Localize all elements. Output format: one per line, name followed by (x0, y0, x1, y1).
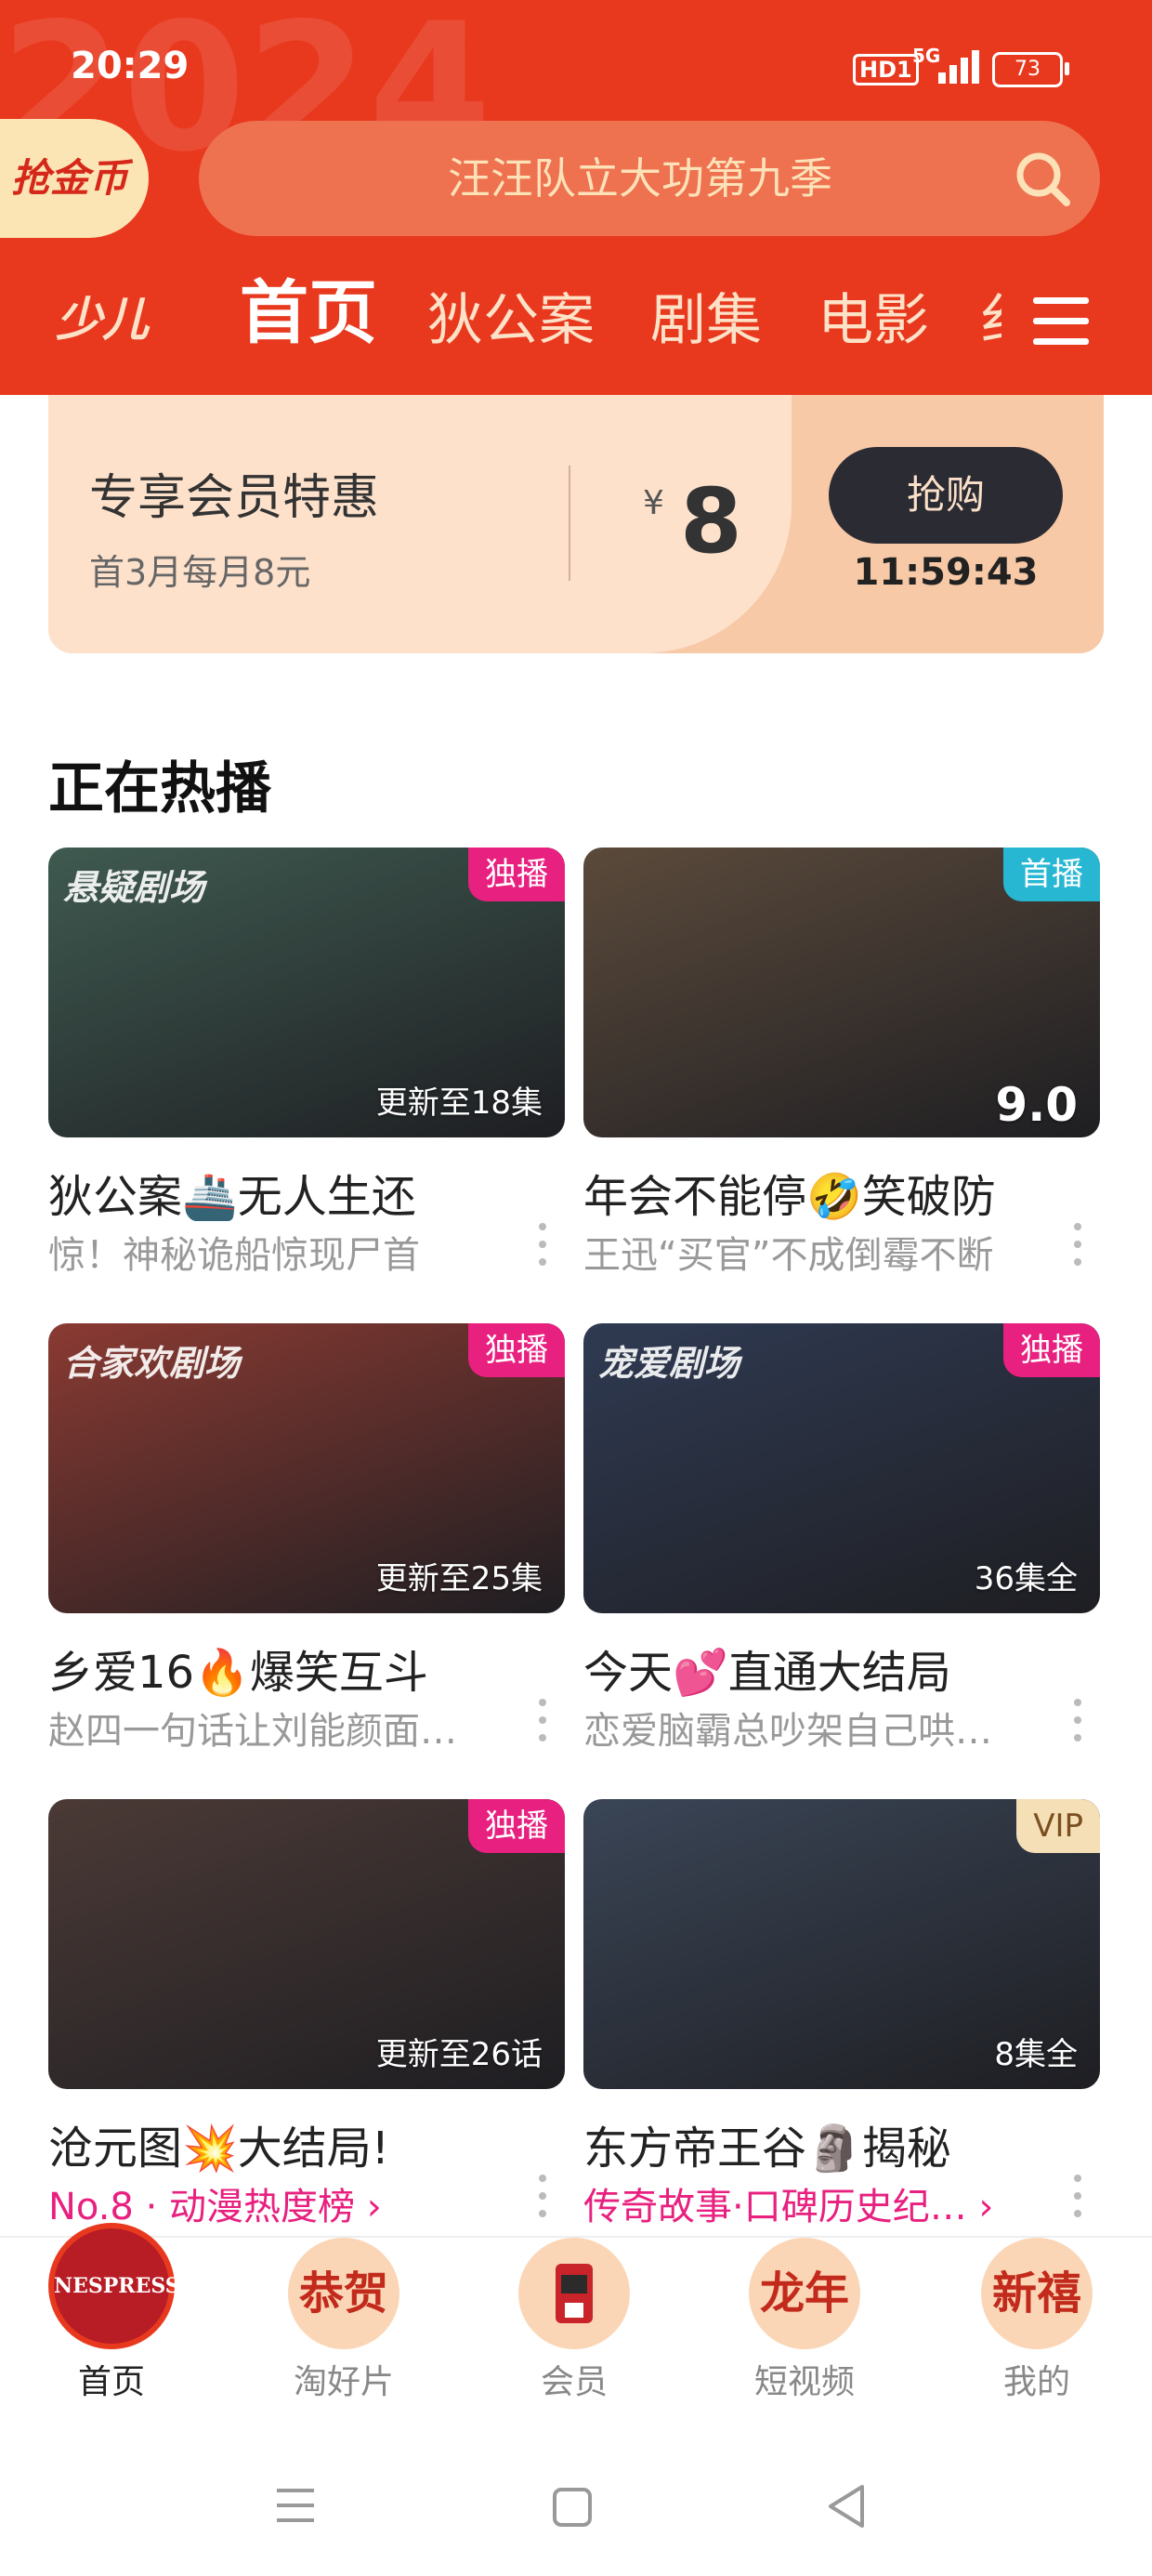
grab-coin-button[interactable]: 抢金币 (0, 119, 149, 238)
search-placeholder[interactable]: 汪汪队立大功第九季 (199, 121, 1026, 236)
channel-brand: 合家欢剧场 (63, 1343, 241, 1384)
status-badge: 首播 (1003, 848, 1100, 901)
tabbar-profile[interactable]: 新禧 我的 (944, 2238, 1130, 2424)
video-card[interactable]: 合家欢剧场 独播更新至25集乡爱16🔥爆笑互斗赵四一句话让刘能颜面… (48, 1323, 565, 1760)
episode-count: 8集全 (994, 2036, 1078, 2073)
promo-price: 8 (680, 469, 742, 573)
new-year-icon[interactable]: 新禧 (981, 2238, 1093, 2349)
tabbar-label: 淘好片 (293, 2363, 394, 2401)
video-subtitle: 王迅“买官”不成倒霉不断 (583, 1234, 994, 1277)
dragon-year-icon[interactable]: 龙年 (749, 2238, 860, 2349)
tabbar-label: 我的 (1002, 2363, 1070, 2401)
tabbar-label: 首页 (77, 2363, 145, 2401)
countdown-timer: 11:59:43 (853, 551, 1039, 594)
status-bar: 20:29 HD1 5G 73 (0, 0, 1152, 112)
video-card[interactable]: 悬疑剧场 独播更新至18集狄公案🚢无人生还惊！神秘诡船惊现尸首 (48, 848, 565, 1284)
video-card[interactable]: VIP 8集全东方帝王谷🗿揭秘 传奇故事·口碑历史纪… › (583, 1799, 1100, 2236)
bottom-tab-bar: NESPRESSO 首页 恭贺 淘好片 会员 龙年 短视频 新禧 我的 (0, 2223, 1152, 2424)
menu-icon[interactable] (1033, 297, 1089, 346)
promo-title: 专享会员特惠 (89, 470, 380, 526)
tabbar-shorts[interactable]: 龙年 短视频 (712, 2238, 897, 2424)
system-nav-bar (0, 2422, 1152, 2576)
video-thumbnail[interactable]: 合家欢剧场 独播更新至25集 (48, 1323, 565, 1613)
video-title[interactable]: 今天💕直通大结局 (583, 1636, 951, 1701)
nespresso-home-icon[interactable]: NESPRESSO (48, 2223, 198, 2349)
video-subtitle: 惊！神秘诡船惊现尸首 (48, 1234, 420, 1277)
episode-count: 更新至26话 (375, 2036, 543, 2073)
promo-subtitle: 首3月每月8元 (89, 552, 311, 593)
tab-di-gong-an[interactable]: 狄公案 (427, 279, 595, 362)
tabbar-browse[interactable]: 恭贺 淘好片 (251, 2238, 437, 2424)
status-badge: 独播 (1003, 1323, 1100, 1377)
more-options-icon[interactable] (539, 1223, 546, 1266)
status-time: 20:29 (71, 45, 190, 87)
more-options-icon[interactable] (1074, 1699, 1081, 1741)
recent-apps-icon[interactable] (275, 2487, 316, 2524)
status-badge: 独播 (468, 1799, 565, 1853)
tab-series[interactable]: 剧集 (650, 279, 762, 362)
currency-symbol: ¥ (643, 484, 664, 522)
tabbar-home[interactable]: NESPRESSO 首页 (19, 2223, 204, 2424)
video-thumbnail[interactable]: 独播更新至26话 (48, 1799, 565, 2089)
channel-brand: 宠爱剧场 (598, 1343, 740, 1384)
video-title[interactable]: 东方帝王谷🗿揭秘 (583, 2111, 951, 2176)
video-card[interactable]: 独播 更新至26话 沧元图💥大结局! No.8 · 动漫热度榜 › (48, 1799, 565, 2236)
video-subtitle: 赵四一句话让刘能颜面… (48, 1710, 457, 1753)
section-title: 正在热播 (48, 756, 271, 821)
status-badge: 独播 (468, 848, 565, 901)
tabbar-label: 会员 (540, 2363, 608, 2401)
more-options-icon[interactable] (539, 2175, 546, 2217)
battery-icon: 73 (992, 52, 1069, 87)
video-subtitle: 恋爱脑霸总吵架自己哄… (583, 1710, 992, 1753)
episode-count: 更新至18集 (375, 1084, 543, 1122)
more-options-icon[interactable] (539, 1699, 546, 1741)
tabbar-vip[interactable]: 会员 (481, 2238, 667, 2424)
signal-icon (938, 46, 985, 84)
promo-divider (569, 466, 570, 581)
episode-count: 更新至25集 (375, 1560, 543, 1597)
app-header: 2024 20:29 HD1 5G 73 抢金币 汪汪队立大功第九季 少儿 首页… (0, 0, 1152, 395)
video-thumbnail[interactable]: VIP 8集全 (583, 1799, 1100, 2089)
video-title[interactable]: 乡爱16🔥爆笑互斗 (48, 1636, 428, 1701)
more-options-icon[interactable] (1074, 2175, 1081, 2217)
search-bar[interactable]: 汪汪队立大功第九季 (199, 121, 1100, 236)
video-thumbnail[interactable]: 悬疑剧场 独播更新至18集 (48, 848, 565, 1137)
video-thumbnail[interactable]: 首播 9.0 (583, 848, 1100, 1137)
status-badge: VIP (1016, 1799, 1100, 1853)
home-icon[interactable] (552, 2487, 593, 2528)
video-subtitle[interactable]: 传奇故事·口碑历史纪… › (583, 2176, 1029, 2230)
rating-score: 9.0 (995, 1078, 1078, 1132)
kids-logo[interactable]: 少儿 (56, 292, 186, 348)
search-icon[interactable] (1013, 149, 1072, 208)
channel-brand: 悬疑剧场 (63, 867, 205, 908)
video-title[interactable]: 狄公案🚢无人生还 (48, 1160, 416, 1225)
tab-movies[interactable]: 电影 (818, 279, 929, 362)
status-badge: 独播 (468, 1323, 565, 1377)
video-thumbnail[interactable]: 宠爱剧场 独播 36集全 (583, 1323, 1100, 1613)
tab-partial[interactable]: 纟 (979, 279, 1001, 362)
coffee-machine-icon[interactable] (518, 2238, 630, 2349)
tabbar-label: 短视频 (753, 2363, 855, 2401)
more-options-icon[interactable] (1074, 1223, 1081, 1266)
video-card[interactable]: 宠爱剧场 独播 36集全今天💕直通大结局恋爱脑霸总吵架自己哄… (583, 1323, 1100, 1760)
network-label: 5G (912, 45, 941, 67)
channel-nav: 少儿 首页 狄公案 剧集 电影 纟 (0, 269, 1152, 372)
video-title[interactable]: 沧元图💥大结局! (48, 2111, 389, 2176)
vip-promo-banner[interactable]: 专享会员特惠 首3月每月8元 ¥ 8 抢购 11:59:43 (48, 395, 1104, 653)
video-card[interactable]: 首播 9.0 年会不能停🤣笑破防王迅“买官”不成倒霉不断 (583, 848, 1100, 1284)
back-icon[interactable] (825, 2483, 868, 2530)
gongho-icon[interactable]: 恭贺 (288, 2238, 399, 2349)
hd-icon: HD1 (853, 54, 919, 85)
episode-count: 36集全 (974, 1560, 1078, 1597)
tab-home[interactable]: 首页 (240, 271, 377, 355)
buy-button[interactable]: 抢购 (829, 447, 1063, 544)
video-title[interactable]: 年会不能停🤣笑破防 (583, 1160, 996, 1225)
